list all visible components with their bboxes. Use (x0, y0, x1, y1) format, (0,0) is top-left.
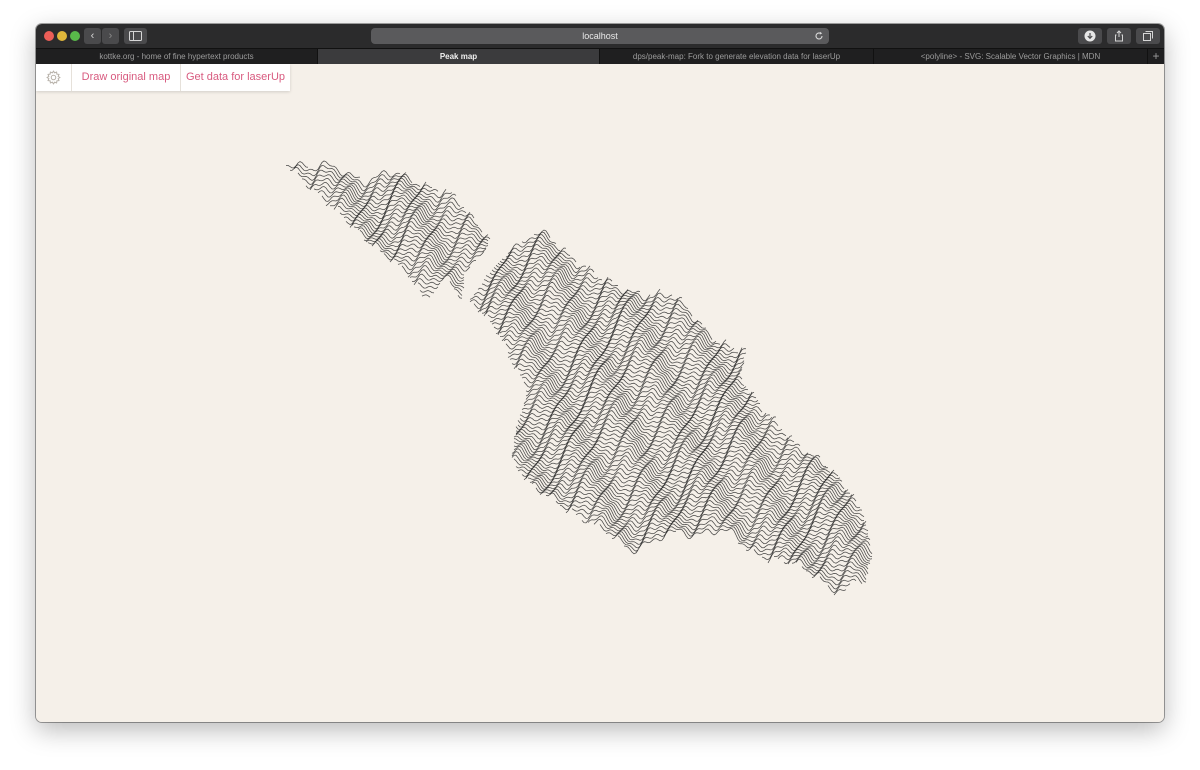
terrain-ridge-line (549, 487, 855, 514)
chevron-left-icon: ‹ (90, 30, 95, 42)
terrain-ridge-line (379, 244, 485, 264)
sidebar-icon (129, 31, 142, 41)
browser-window: ‹ › localhost kottke.org - home of fine … (36, 24, 1164, 722)
terrain-ridge-line (819, 576, 857, 590)
share-icon (1115, 30, 1123, 42)
terrain-ridge-line (507, 339, 747, 363)
terrain-ridge-line (419, 290, 435, 294)
terrain-ridge-line (737, 526, 871, 549)
minimize-window-button[interactable] (57, 31, 67, 41)
terrain-ridge-line (393, 254, 465, 276)
terrain-ridge-line (457, 295, 463, 299)
terrain-ridge-line (515, 420, 787, 448)
terrain-ridge-line (286, 161, 309, 169)
plus-icon: + (1152, 49, 1160, 63)
terrain-ridge-line (575, 504, 865, 529)
terrain-ridge-line (363, 225, 489, 249)
forward-button[interactable]: › (102, 28, 119, 44)
terrain-ridge-line (523, 388, 755, 410)
download-icon (1084, 30, 1096, 42)
close-window-button[interactable] (44, 31, 54, 41)
sidebar-toggle-button[interactable] (124, 28, 147, 44)
terrain-ridge-line (491, 259, 595, 280)
tab-overview-button[interactable] (1136, 28, 1160, 44)
gear-icon (46, 70, 61, 85)
terrain-ridge-line (517, 362, 743, 387)
get-data-laserup-button[interactable]: Get data for laserUp (181, 64, 290, 91)
tab-peak-map[interactable]: Peak map (318, 49, 600, 64)
terrain-ridge-line (791, 556, 869, 574)
downloads-button[interactable] (1078, 28, 1102, 44)
terrain-ridge-line (367, 234, 489, 255)
terrain-ridge-line (293, 164, 401, 188)
address-bar[interactable]: localhost (371, 28, 829, 44)
chevron-right-icon: › (108, 30, 113, 42)
terrain-ridge-line (533, 229, 551, 238)
tab-bar: kottke.org - home of fine hypertext prod… (36, 48, 1164, 64)
peak-map-canvas (286, 160, 873, 596)
draw-original-map-button[interactable]: Draw original map (72, 64, 181, 91)
terrain-ridge-line (539, 481, 851, 508)
terrain-ridge-line (421, 294, 431, 298)
tab-kottke[interactable]: kottke.org - home of fine hypertext prod… (36, 49, 318, 64)
terrain-ridge-line (774, 544, 871, 562)
zoom-window-button[interactable] (70, 31, 80, 41)
tab-mdn-polyline[interactable]: <polyline> - SVG: Scalable Vector Graphi… (874, 49, 1148, 64)
share-button[interactable] (1107, 28, 1131, 44)
back-button[interactable]: ‹ (84, 28, 101, 44)
terrain-ridge-line (289, 160, 361, 179)
reload-icon[interactable] (814, 31, 824, 41)
settings-button[interactable] (36, 64, 72, 91)
terrain-ridge-line (515, 418, 783, 444)
tabs-icon (1143, 31, 1153, 41)
map-toolbar: Draw original map Get data for laserUp (36, 64, 290, 91)
new-tab-button[interactable]: + (1148, 49, 1164, 64)
title-bar: ‹ › localhost (36, 24, 1164, 48)
terrain-ridge-line (833, 589, 847, 596)
terrain-ridge-line (525, 374, 747, 398)
address-text: localhost (582, 31, 618, 41)
tab-github-peak-map[interactable]: dps/peak-map: Fork to generate elevation… (600, 49, 874, 64)
page-content: Draw original map Get data for laserUp (36, 64, 1164, 722)
